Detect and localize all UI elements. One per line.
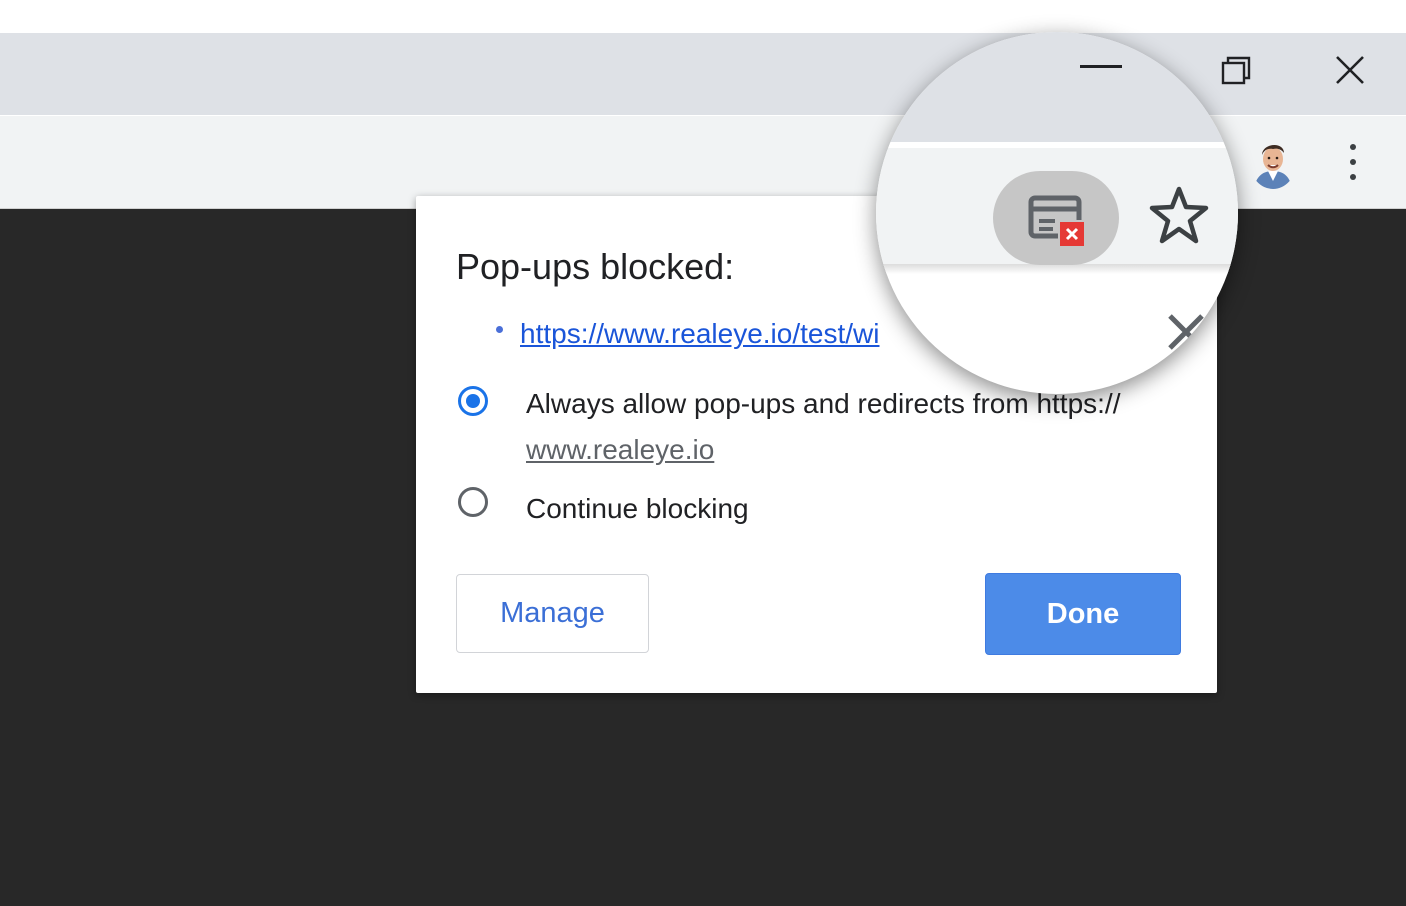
avatar[interactable] xyxy=(1250,137,1296,189)
option-always-allow-label: Always allow pop-ups and redirects from … xyxy=(526,381,1120,473)
dialog-close-button[interactable] xyxy=(1162,308,1210,356)
popup-blocked-indicator[interactable] xyxy=(993,171,1119,265)
window-close-button[interactable] xyxy=(1330,50,1370,90)
radio-continue-blocking[interactable] xyxy=(458,487,488,517)
magnified-titlebar xyxy=(876,32,1238,142)
dialog-title: Pop-ups blocked: xyxy=(456,246,735,287)
screen-top-strip xyxy=(0,0,1406,33)
popup-blocked-icon xyxy=(1028,195,1086,248)
option-always-allow-text: Always allow pop-ups and redirects from … xyxy=(526,388,1121,419)
magnifier-callout xyxy=(876,32,1238,394)
close-icon xyxy=(1168,314,1204,350)
blocked-popup-link[interactable]: https://www.realeye.io/test/wi xyxy=(520,318,940,350)
more-vert-icon[interactable] xyxy=(1340,140,1366,184)
site-link[interactable]: www.realeye.io xyxy=(526,434,714,465)
done-button[interactable]: Done xyxy=(985,573,1181,655)
manage-button[interactable]: Manage xyxy=(456,574,649,653)
close-icon xyxy=(1336,56,1364,84)
list-bullet xyxy=(496,326,503,333)
minimize-icon[interactable] xyxy=(1080,65,1122,68)
star-icon xyxy=(1149,186,1209,244)
radio-always-allow[interactable] xyxy=(458,386,488,416)
bookmark-star-button[interactable] xyxy=(1148,184,1210,246)
option-continue-blocking-label: Continue blocking xyxy=(526,493,749,524)
